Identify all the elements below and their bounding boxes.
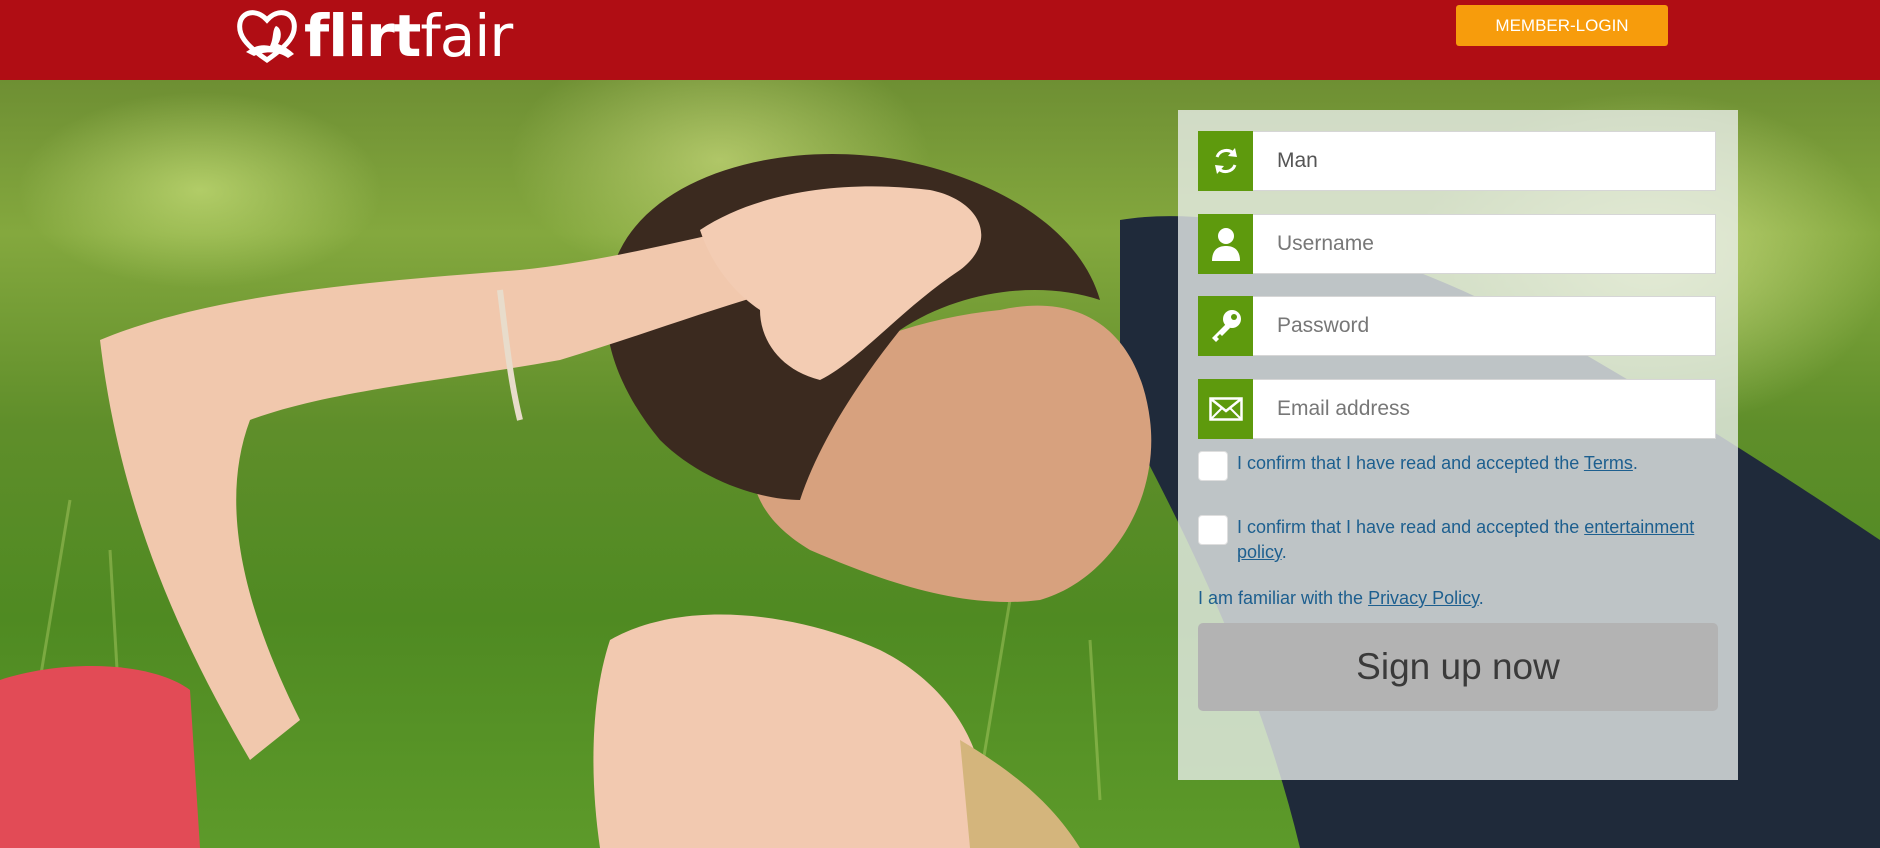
privacy-suffix: . (1478, 588, 1484, 608)
privacy-notice: I am familiar with the Privacy Policy. (1198, 588, 1484, 609)
flirtfair-logo[interactable]: flirtfair (236, 6, 513, 66)
user-icon (1198, 214, 1253, 274)
password-field[interactable] (1198, 296, 1716, 356)
entertainment-suffix: . (1281, 542, 1287, 562)
entertainment-consent-text: I confirm that I have read and accepted … (1237, 515, 1718, 565)
logo-text-fair: fair (420, 2, 513, 70)
key-icon (1198, 296, 1253, 356)
terms-consent-text: I confirm that I have read and accepted … (1237, 451, 1638, 476)
refresh-icon (1198, 131, 1253, 191)
terms-checkbox[interactable] (1198, 451, 1228, 481)
entertainment-prefix: I confirm that I have read and accepted … (1237, 517, 1585, 537)
terms-suffix: . (1632, 453, 1638, 473)
email-input[interactable] (1253, 380, 1715, 438)
privacy-prefix: I am familiar with the (1198, 588, 1369, 608)
gender-select[interactable] (1253, 132, 1715, 190)
email-field[interactable] (1198, 379, 1716, 439)
sign-up-button[interactable]: Sign up now (1198, 623, 1718, 711)
signup-form-panel: I confirm that I have read and accepted … (1178, 110, 1738, 780)
username-input[interactable] (1253, 215, 1715, 273)
password-input[interactable] (1253, 297, 1715, 355)
terms-link[interactable]: Terms (1584, 453, 1633, 473)
username-field[interactable] (1198, 214, 1716, 274)
gender-select-field[interactable] (1198, 131, 1716, 191)
terms-consent-row: I confirm that I have read and accepted … (1198, 451, 1718, 481)
envelope-icon (1198, 379, 1253, 439)
privacy-policy-link[interactable]: Privacy Policy (1368, 588, 1479, 608)
logo-text-flirt: flirt (304, 2, 421, 70)
site-header: flirtfair MEMBER-LOGIN (0, 0, 1880, 80)
heart-couple-logo-icon (237, 10, 297, 64)
entertainment-consent-row: I confirm that I have read and accepted … (1198, 515, 1718, 565)
entertainment-checkbox[interactable] (1198, 515, 1228, 545)
member-login-button[interactable]: MEMBER-LOGIN (1456, 5, 1668, 46)
logo-wordmark: flirtfair (304, 7, 513, 65)
terms-prefix: I confirm that I have read and accepted … (1237, 453, 1584, 473)
